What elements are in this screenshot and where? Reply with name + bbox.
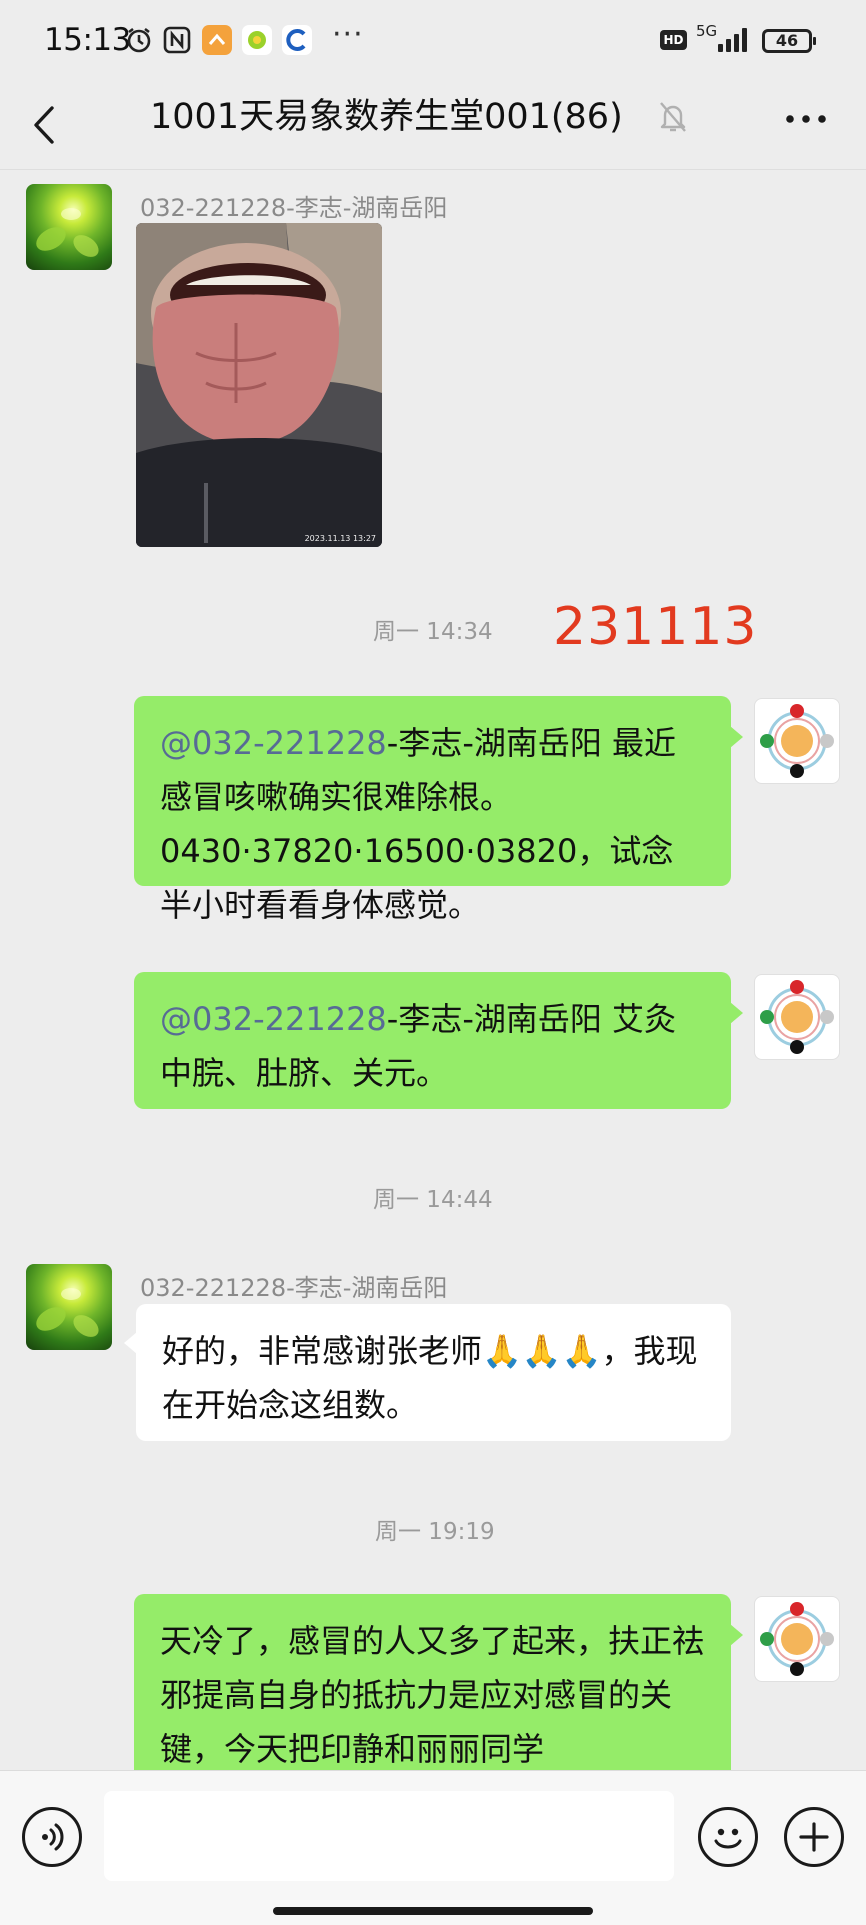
avatar[interactable] (26, 184, 112, 270)
input-bar (0, 1770, 866, 1925)
plus-icon[interactable] (784, 1807, 844, 1867)
voice-icon[interactable] (22, 1807, 82, 1867)
message-bubble[interactable]: @032-221228-李志-湖南岳阳 最近感冒咳嗽确实很难除根。0430·37… (134, 696, 743, 924)
green-app-icon (242, 25, 272, 55)
nfc-icon (162, 25, 192, 55)
blue-app-icon (282, 25, 312, 55)
more-dots-icon[interactable] (782, 102, 830, 136)
status-time: 15:13 (44, 22, 131, 58)
photo-timestamp: 2023.11.13 13:27 (304, 534, 376, 543)
orange-app-icon (202, 25, 232, 55)
chat-message-list[interactable]: 032-221228-李志-湖南岳阳 2023.11.13 13:27 周一 1… (0, 170, 866, 1770)
message-timestamp: 周一 14:44 (373, 1187, 493, 1213)
home-indicator[interactable] (273, 1907, 593, 1915)
message-text: 天冷了，感冒的人又多了起来，扶正祛邪提高自身的抵抗力是应对感冒的关键，今天把印静… (160, 1622, 705, 1768)
bell-off-icon (658, 100, 688, 134)
avatar[interactable] (754, 1596, 840, 1682)
sender-name: 032-221228-李志-湖南岳阳 (140, 1274, 448, 1302)
avatar[interactable] (754, 698, 840, 784)
praying-hands-emoji: 🙏🙏🙏 (482, 1332, 602, 1370)
status-bar: 15:13 ··· HD 5G 46 (0, 0, 866, 82)
smiley-icon[interactable] (698, 1807, 758, 1867)
hd-badge: HD (660, 30, 687, 50)
sender-name: 032-221228-李志-湖南岳阳 (140, 194, 448, 222)
chat-title: 1001天易象数养生堂001(86) (150, 97, 623, 137)
alarm-clock-icon (124, 25, 154, 55)
chat-header: 1001天易象数养生堂001(86) (0, 82, 866, 170)
message-timestamp: 周一 14:34 (373, 619, 493, 645)
tongue-photo[interactable]: 2023.11.13 13:27 (136, 223, 382, 547)
status-more-dots: ··· (332, 17, 364, 52)
battery-icon: 46 (762, 29, 816, 53)
chevron-left-icon[interactable] (24, 100, 68, 150)
message-input[interactable] (104, 1791, 674, 1881)
mention-link[interactable]: @032-221228 (160, 724, 387, 762)
wechat-chat-screen: 15:13 ··· HD 5G 46 1001天易象数养生堂001(86) 03… (0, 0, 866, 1925)
signal-icon (718, 26, 752, 52)
mention-link[interactable]: @032-221228 (160, 1000, 387, 1038)
date-annotation: 231113 (553, 597, 758, 657)
avatar[interactable] (754, 974, 840, 1060)
message-text: 好的，非常感谢张老师 (162, 1332, 483, 1370)
message-timestamp: 周一 19:19 (375, 1519, 495, 1545)
avatar[interactable] (26, 1264, 112, 1350)
message-bubble[interactable]: 天冷了，感冒的人又多了起来，扶正祛邪提高自身的抵抗力是应对感冒的关键，今天把印静… (134, 1594, 743, 1770)
message-bubble[interactable]: 好的，非常感谢张老师🙏🙏🙏，我现在开始念这组数。 (124, 1304, 731, 1441)
network-type: 5G (696, 22, 718, 40)
message-bubble[interactable]: @032-221228-李志-湖南岳阳 艾灸中脘、肚脐、关元。 (134, 972, 743, 1109)
